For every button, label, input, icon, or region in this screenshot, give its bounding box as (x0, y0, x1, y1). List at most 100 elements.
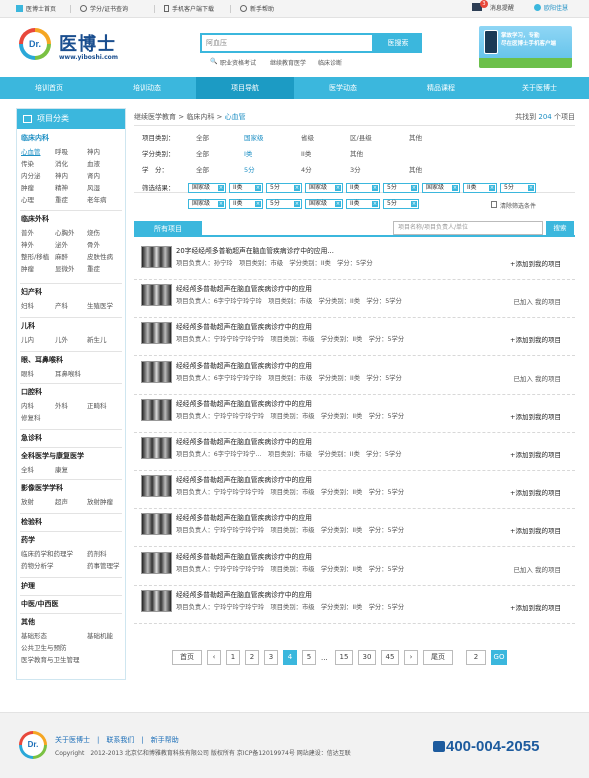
sidebar-category[interactable]: 全科医学与康复医学 (21, 451, 84, 461)
sidebar-item[interactable]: 临床药学和药理学 (21, 548, 73, 558)
project-thumbnail[interactable] (141, 475, 172, 498)
page-button[interactable]: 5 (302, 650, 316, 665)
sidebar-item[interactable]: 公共卫生与预防 (21, 642, 67, 652)
filter-option[interactable]: 其他 (409, 132, 422, 142)
sidebar-item[interactable]: 肾内 (87, 170, 100, 180)
sidebar-category[interactable]: 中医/中西医 (21, 599, 59, 609)
next-page-button[interactable]: › (404, 650, 418, 665)
sidebar-item[interactable]: 肿瘤 (21, 263, 34, 273)
sidebar-item[interactable]: 显微外 (55, 263, 75, 273)
close-icon[interactable]: × (372, 185, 378, 191)
sidebar-item[interactable]: 眼科 (21, 368, 34, 378)
project-thumbnail[interactable] (141, 284, 172, 307)
filter-tag[interactable]: 5分 × (266, 199, 302, 209)
sidebar-item[interactable]: 血液 (87, 158, 100, 168)
sidebar-item[interactable]: 内分泌 (21, 170, 41, 180)
nav-item[interactable]: 精品课程 (392, 77, 490, 99)
filter-option[interactable]: 国家级 (244, 132, 264, 142)
filter-option[interactable]: II类 (301, 148, 311, 158)
sidebar-category[interactable]: 检验科 (21, 517, 42, 527)
page-button[interactable]: 30 (358, 650, 376, 665)
footer-links[interactable]: 关于医博士 | 联系我们 | 新手帮助 (55, 735, 179, 745)
sidebar-item[interactable]: 精神 (55, 182, 68, 192)
sidebar-item[interactable]: 内科 (21, 400, 34, 410)
nav-item[interactable]: 关于医博士 (490, 77, 589, 99)
tab-all-projects[interactable]: 所有项目 (134, 221, 202, 237)
add-project-button[interactable]: +添加到我的项目 (510, 258, 561, 268)
sidebar-category[interactable]: 妇产科 (21, 287, 42, 297)
close-icon[interactable]: × (218, 201, 224, 207)
hot-search-link[interactable]: 职业资格考试 (220, 58, 256, 67)
sidebar-item[interactable]: 骨外 (87, 239, 100, 249)
hot-search-link[interactable]: 临床诊断 (318, 58, 342, 67)
sidebar-item[interactable]: 产科 (55, 300, 68, 310)
filter-option[interactable]: 其他 (409, 164, 422, 174)
sidebar-item[interactable]: 正畸科 (87, 400, 107, 410)
close-icon[interactable]: × (255, 185, 261, 191)
page-button[interactable]: 2 (245, 650, 259, 665)
sidebar-item[interactable]: 药事管理学 (87, 560, 120, 570)
sidebar-category[interactable]: 药学 (21, 535, 35, 545)
filter-option[interactable]: 区/县级 (350, 132, 372, 142)
sidebar-category[interactable]: 儿科 (21, 321, 35, 331)
trash-icon[interactable] (491, 201, 497, 208)
sidebar-category[interactable]: 临床内科 (21, 133, 49, 143)
home-link[interactable]: 医博士首页 (16, 4, 56, 13)
mobile-download-link[interactable]: 手机客户端下载 (164, 4, 214, 13)
close-icon[interactable]: × (294, 201, 300, 207)
close-icon[interactable]: × (335, 201, 341, 207)
filter-tag[interactable]: 国家级 × (305, 183, 343, 193)
filter-option[interactable]: 3分 (350, 164, 361, 174)
nav-item[interactable]: 医学动态 (294, 77, 392, 99)
sidebar-item[interactable]: 老年病 (87, 194, 107, 204)
nav-item-active[interactable]: 项目导航 (196, 77, 294, 99)
filter-option[interactable]: 省级 (301, 132, 314, 142)
sidebar-item[interactable]: 药剂科 (87, 548, 107, 558)
close-icon[interactable]: × (411, 185, 417, 191)
search-field[interactable] (200, 33, 374, 53)
filter-tag[interactable]: 国家级 × (305, 199, 343, 209)
project-thumbnail[interactable] (141, 322, 172, 345)
filter-tag[interactable]: 5分 × (266, 183, 302, 193)
sidebar-item[interactable]: 基础形态 (21, 630, 47, 640)
project-title[interactable]: 经经颅多普勒超声在脑血管疾病诊疗中的应用 (176, 551, 312, 561)
sidebar-item[interactable]: 全科 (21, 464, 34, 474)
sidebar-item[interactable]: 烧伤 (87, 227, 100, 237)
project-thumbnail[interactable] (141, 360, 172, 383)
filter-tag[interactable]: II类 × (346, 183, 380, 193)
sidebar-item[interactable]: 传染 (21, 158, 34, 168)
project-thumbnail[interactable] (141, 589, 172, 612)
go-button[interactable]: GO (491, 650, 507, 665)
sidebar-category[interactable]: 临床外科 (21, 214, 49, 224)
add-project-button[interactable]: +添加到我的项目 (510, 602, 561, 612)
messages-link[interactable]: 3 消息提醒 (472, 0, 514, 12)
sidebar-item[interactable]: 超声 (55, 496, 68, 506)
sidebar-item[interactable]: 重症 (87, 263, 100, 273)
close-icon[interactable]: × (452, 185, 458, 191)
clear-filters-link[interactable]: 清除筛选条件 (500, 201, 536, 210)
project-thumbnail[interactable] (141, 437, 172, 459)
sidebar-item[interactable]: 生殖医学 (87, 300, 113, 310)
filter-tag[interactable]: II类 × (229, 199, 263, 209)
project-title[interactable]: 经经颅多普勒超声在脑血管疾病诊疗中的应用 (176, 512, 312, 522)
sidebar-item[interactable]: 外科 (55, 400, 68, 410)
project-thumbnail[interactable] (141, 398, 172, 421)
filter-option[interactable]: 4分 (301, 164, 312, 174)
filter-option[interactable]: 全部 (196, 148, 209, 158)
sidebar-item[interactable]: 新生儿 (87, 334, 107, 344)
filter-option[interactable]: 全部 (196, 164, 209, 174)
sidebar-item[interactable]: 麻醉 (55, 251, 68, 261)
project-title[interactable]: 经经颅多普勒超声在脑血管疾病诊疗中的应用 (176, 360, 312, 370)
sidebar-item[interactable]: 妇科 (21, 300, 34, 310)
sidebar-item[interactable]: 神外 (21, 239, 34, 249)
filter-tag[interactable]: 5分 × (383, 199, 419, 209)
project-search-button[interactable]: 搜索 (546, 221, 574, 235)
filter-tag[interactable]: 国家级 × (188, 183, 226, 193)
logo[interactable]: Dr. (19, 28, 51, 60)
page-button[interactable]: 4 (283, 650, 297, 665)
sidebar-item[interactable]: 风湿 (87, 182, 100, 192)
project-title[interactable]: 经经颅多普勒超声在脑血管疾病诊疗中的应用 (176, 283, 312, 293)
filter-tag[interactable]: 国家级 × (422, 183, 460, 193)
sidebar-item[interactable]: 神内 (55, 170, 68, 180)
filter-tag[interactable]: II类 × (463, 183, 497, 193)
